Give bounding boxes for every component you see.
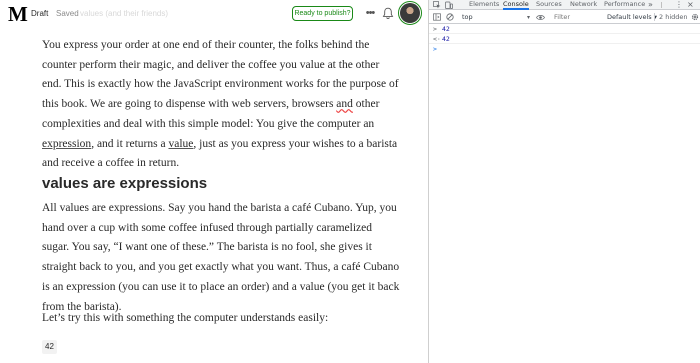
- tab-sources[interactable]: Sources: [536, 0, 562, 10]
- tab-console[interactable]: Console: [503, 0, 529, 10]
- chevron-down-icon[interactable]: ▾: [527, 13, 530, 22]
- paragraph-line: hand over a cup with some coffee infused…: [42, 221, 372, 234]
- avatar[interactable]: [400, 3, 420, 23]
- console-value: 42: [442, 35, 450, 43]
- tab-network[interactable]: Network: [570, 0, 597, 10]
- console-input-line: > 42: [429, 25, 700, 34]
- paragraph-line: expression, and it returns a value, just…: [42, 135, 399, 155]
- medium-logo[interactable]: M: [8, 4, 28, 25]
- console-result-line: <· 42: [429, 35, 700, 44]
- expression-term: expression: [42, 137, 92, 150]
- paragraph-1[interactable]: You express your order at one end of the…: [42, 36, 399, 174]
- more-tabs-icon[interactable]: »: [648, 0, 653, 9]
- saved-status: Saved: [56, 9, 79, 18]
- section-heading[interactable]: values are expressions: [42, 175, 207, 192]
- close-devtools-icon[interactable]: ×: [687, 0, 694, 10]
- paragraph-line: straight back to you, and you get exactl…: [42, 261, 400, 274]
- draft-status: Draft: [31, 9, 49, 18]
- gear-icon[interactable]: [691, 13, 699, 21]
- paragraph-line: and receive a coffee in return.: [42, 157, 180, 170]
- tab-elements[interactable]: Elements: [469, 0, 499, 10]
- eye-icon[interactable]: [536, 14, 545, 21]
- paragraph-line: complexities and deal with this simple m…: [42, 117, 375, 130]
- paragraph-line: is an expression (you can use it to plac…: [42, 280, 400, 293]
- devtools-tab-bar: Elements Console Sources Network Perform…: [429, 0, 700, 10]
- log-levels-dropdown[interactable]: Default levels ▾: [607, 13, 657, 22]
- text-run: other: [352, 98, 380, 111]
- editor-top-bar: M Draft Saved values (and their friends)…: [0, 0, 428, 28]
- more-options-icon[interactable]: •••: [363, 5, 377, 21]
- clear-console-icon[interactable]: [446, 13, 454, 21]
- editor-pane: M Draft Saved values (and their friends)…: [0, 0, 428, 363]
- toolbar-separator: [654, 13, 655, 21]
- tab-separator: [661, 2, 662, 8]
- paragraph-line: sugar. You say, “I want one of these.” T…: [42, 241, 372, 254]
- value-term: value: [168, 137, 194, 150]
- sidebar-toggle-icon[interactable]: [433, 13, 441, 21]
- hidden-messages-count: 2 hidden: [659, 13, 688, 21]
- prompt-chevron-icon: >: [433, 45, 437, 53]
- inline-code-block[interactable]: 42: [42, 340, 57, 354]
- console-value: 42: [442, 25, 450, 33]
- paragraph-line: Let’s try this with something the comput…: [42, 312, 329, 324]
- filter-input[interactable]: [552, 12, 596, 22]
- paragraph-line: end. This is exactly how the JavaScript …: [42, 78, 399, 91]
- inspect-element-icon[interactable]: [433, 1, 441, 9]
- spellcheck-word: and: [336, 98, 353, 111]
- text-run: this book. We are going to dispense with…: [42, 98, 337, 111]
- text-run: , just as you express your wishes to a b…: [193, 137, 398, 150]
- result-chevron-icon: <·: [433, 35, 441, 43]
- text-run: , and it returns a: [91, 137, 169, 150]
- publish-button[interactable]: Ready to publish?: [292, 6, 353, 21]
- customize-menu-icon[interactable]: ⋮: [675, 0, 683, 10]
- paragraph-line: All values are expressions. Say you hand…: [42, 202, 397, 214]
- console-toolbar: top ▾ Default levels ▾ 2 hidden: [429, 11, 700, 24]
- tab-performance[interactable]: Performance: [604, 0, 645, 10]
- paragraph-line: counter perform their magic, and deliver…: [42, 58, 380, 71]
- console-prompt[interactable]: >: [429, 45, 700, 54]
- paragraph-3[interactable]: Let’s try this with something the comput…: [42, 309, 328, 329]
- faded-title-text: values (and their friends): [80, 9, 169, 18]
- bell-icon[interactable]: [382, 7, 394, 20]
- paragraph-line: this book. We are going to dispense with…: [42, 95, 399, 115]
- input-chevron-icon: >: [433, 25, 437, 33]
- devtools-panel: Elements Console Sources Network Perform…: [429, 0, 700, 363]
- paragraph-line: You express your order at one end of the…: [42, 39, 370, 51]
- paragraph-2[interactable]: All values are expressions. Say you hand…: [42, 199, 399, 317]
- device-toolbar-icon[interactable]: [445, 1, 453, 9]
- console-output[interactable]: > 42 <· 42 >: [429, 25, 700, 363]
- context-selector[interactable]: top: [462, 13, 473, 22]
